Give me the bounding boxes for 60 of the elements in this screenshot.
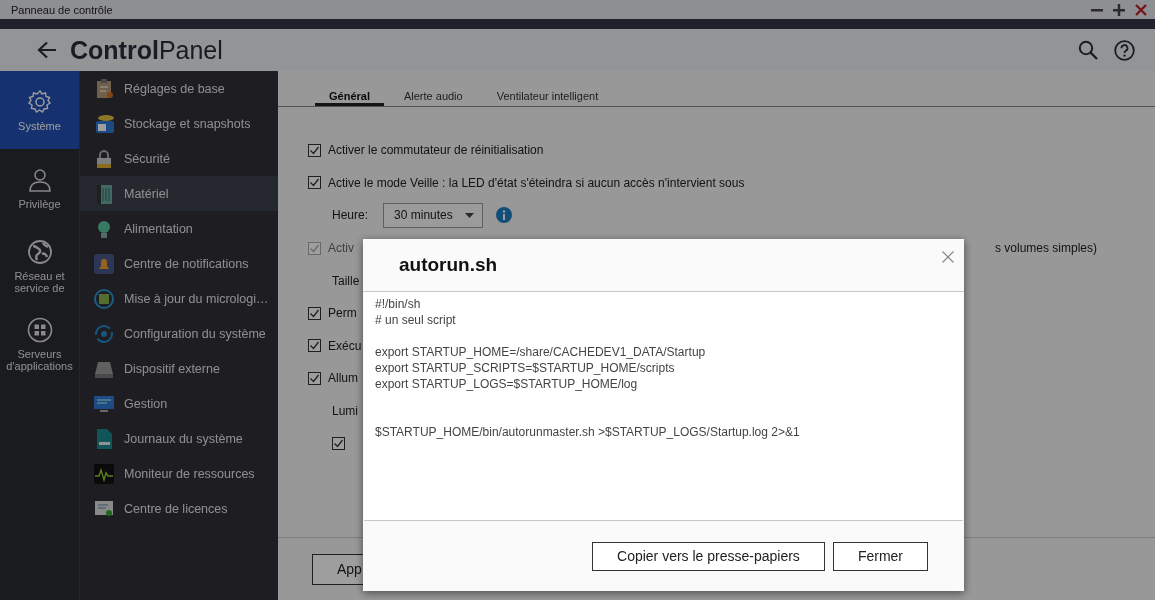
globe-icon <box>26 238 53 265</box>
maximize-icon[interactable] <box>1113 3 1125 16</box>
bell-icon <box>93 252 115 275</box>
menu-item[interactable]: Centre de licences <box>80 491 278 526</box>
help-icon[interactable] <box>1114 39 1135 61</box>
checkbox[interactable] <box>308 339 321 353</box>
checkbox-label: Exécu <box>328 338 362 353</box>
checkbox-label: Allum <box>328 371 358 386</box>
gear-cycle-icon <box>93 322 115 345</box>
nav-item[interactable]: Serveurs d'applications <box>0 305 79 383</box>
checkbox[interactable] <box>308 176 321 190</box>
menu-item[interactable]: Matériel <box>80 176 278 211</box>
storage-icon <box>93 112 115 135</box>
menu-item[interactable]: Réglages de base <box>80 71 278 106</box>
close-icon[interactable] <box>1135 3 1147 16</box>
window-title: Panneau de contrôle <box>11 3 114 16</box>
checkbox-label: Perm <box>328 306 357 321</box>
menu-item[interactable]: Centre de notifications <box>80 246 278 281</box>
checkbox-label: Activ <box>328 241 354 256</box>
settings-icon <box>26 88 53 115</box>
field-label: Lumi <box>332 404 358 419</box>
menu-item[interactable]: Journaux du système <box>80 421 278 456</box>
menu-item[interactable]: Alimentation <box>80 211 278 246</box>
tab[interactable]: Général <box>315 90 384 106</box>
checkbox[interactable] <box>308 143 321 157</box>
nav-item[interactable]: Privilège <box>0 149 79 227</box>
menu-item[interactable]: Sécurité <box>80 141 278 176</box>
checkbox-label: s volumes simples) <box>995 241 1098 256</box>
nav-item[interactable]: Système <box>0 71 79 149</box>
time-dropdown[interactable]: 30 minutes <box>383 203 483 228</box>
back-arrow-icon[interactable] <box>37 41 57 59</box>
menu-item[interactable]: Mise à jour du micrologi… <box>80 281 278 316</box>
checkbox-label: Active le mode Veille : la LED d'état s'éteindra si aucun accès n'intervient sous <box>328 175 745 190</box>
checkbox[interactable] <box>332 437 345 451</box>
nav-item[interactable]: Réseau et service de <box>0 227 79 305</box>
copy-button[interactable]: Copier vers le presse-papiers <box>592 541 825 571</box>
search-icon[interactable] <box>1078 39 1098 60</box>
person-icon <box>26 166 53 193</box>
close-icon[interactable] <box>942 251 954 263</box>
menu-item[interactable]: Gestion <box>80 386 278 421</box>
checkbox[interactable] <box>308 371 321 385</box>
chip-icon <box>93 287 115 310</box>
checkbox[interactable] <box>308 306 321 320</box>
tab[interactable]: Alerte audio <box>389 90 477 106</box>
pulse-icon <box>93 462 115 485</box>
menu-item[interactable]: Dispositif externe <box>80 351 278 386</box>
close-button[interactable]: Fermer <box>832 541 928 571</box>
checkbox-label: Activer le commutateur de réinitialisation <box>328 143 544 158</box>
dialog-title: autorun.sh <box>399 254 498 276</box>
grid-icon <box>26 316 53 343</box>
app-title: ControlPanel <box>70 35 224 65</box>
script-text: #!/bin/sh # un seul script export STARTUP_HOME=/share/CACHEDEV1_DATA/Startup export STARTUP_SCRIPTS=$STARTUP_HOME/scripts export STARTUP_LOGS=$STARTUP_HOME/log $STARTUP_HOME/bin/autorunmaster.sh >$STARTUP_LOGS/Startup.log 2>&1 <box>364 292 963 521</box>
menu-item[interactable]: Stockage et snapshots <box>80 106 278 141</box>
info-icon[interactable] <box>495 207 512 224</box>
menu-item[interactable]: Moniteur de ressources <box>80 456 278 491</box>
tab[interactable]: Ventilateur intelligent <box>482 90 613 106</box>
menu-item[interactable]: Configuration du système <box>80 316 278 351</box>
field-label: Taille <box>332 273 360 288</box>
field-label: Heure: <box>332 208 369 223</box>
caret-icon <box>464 213 474 218</box>
